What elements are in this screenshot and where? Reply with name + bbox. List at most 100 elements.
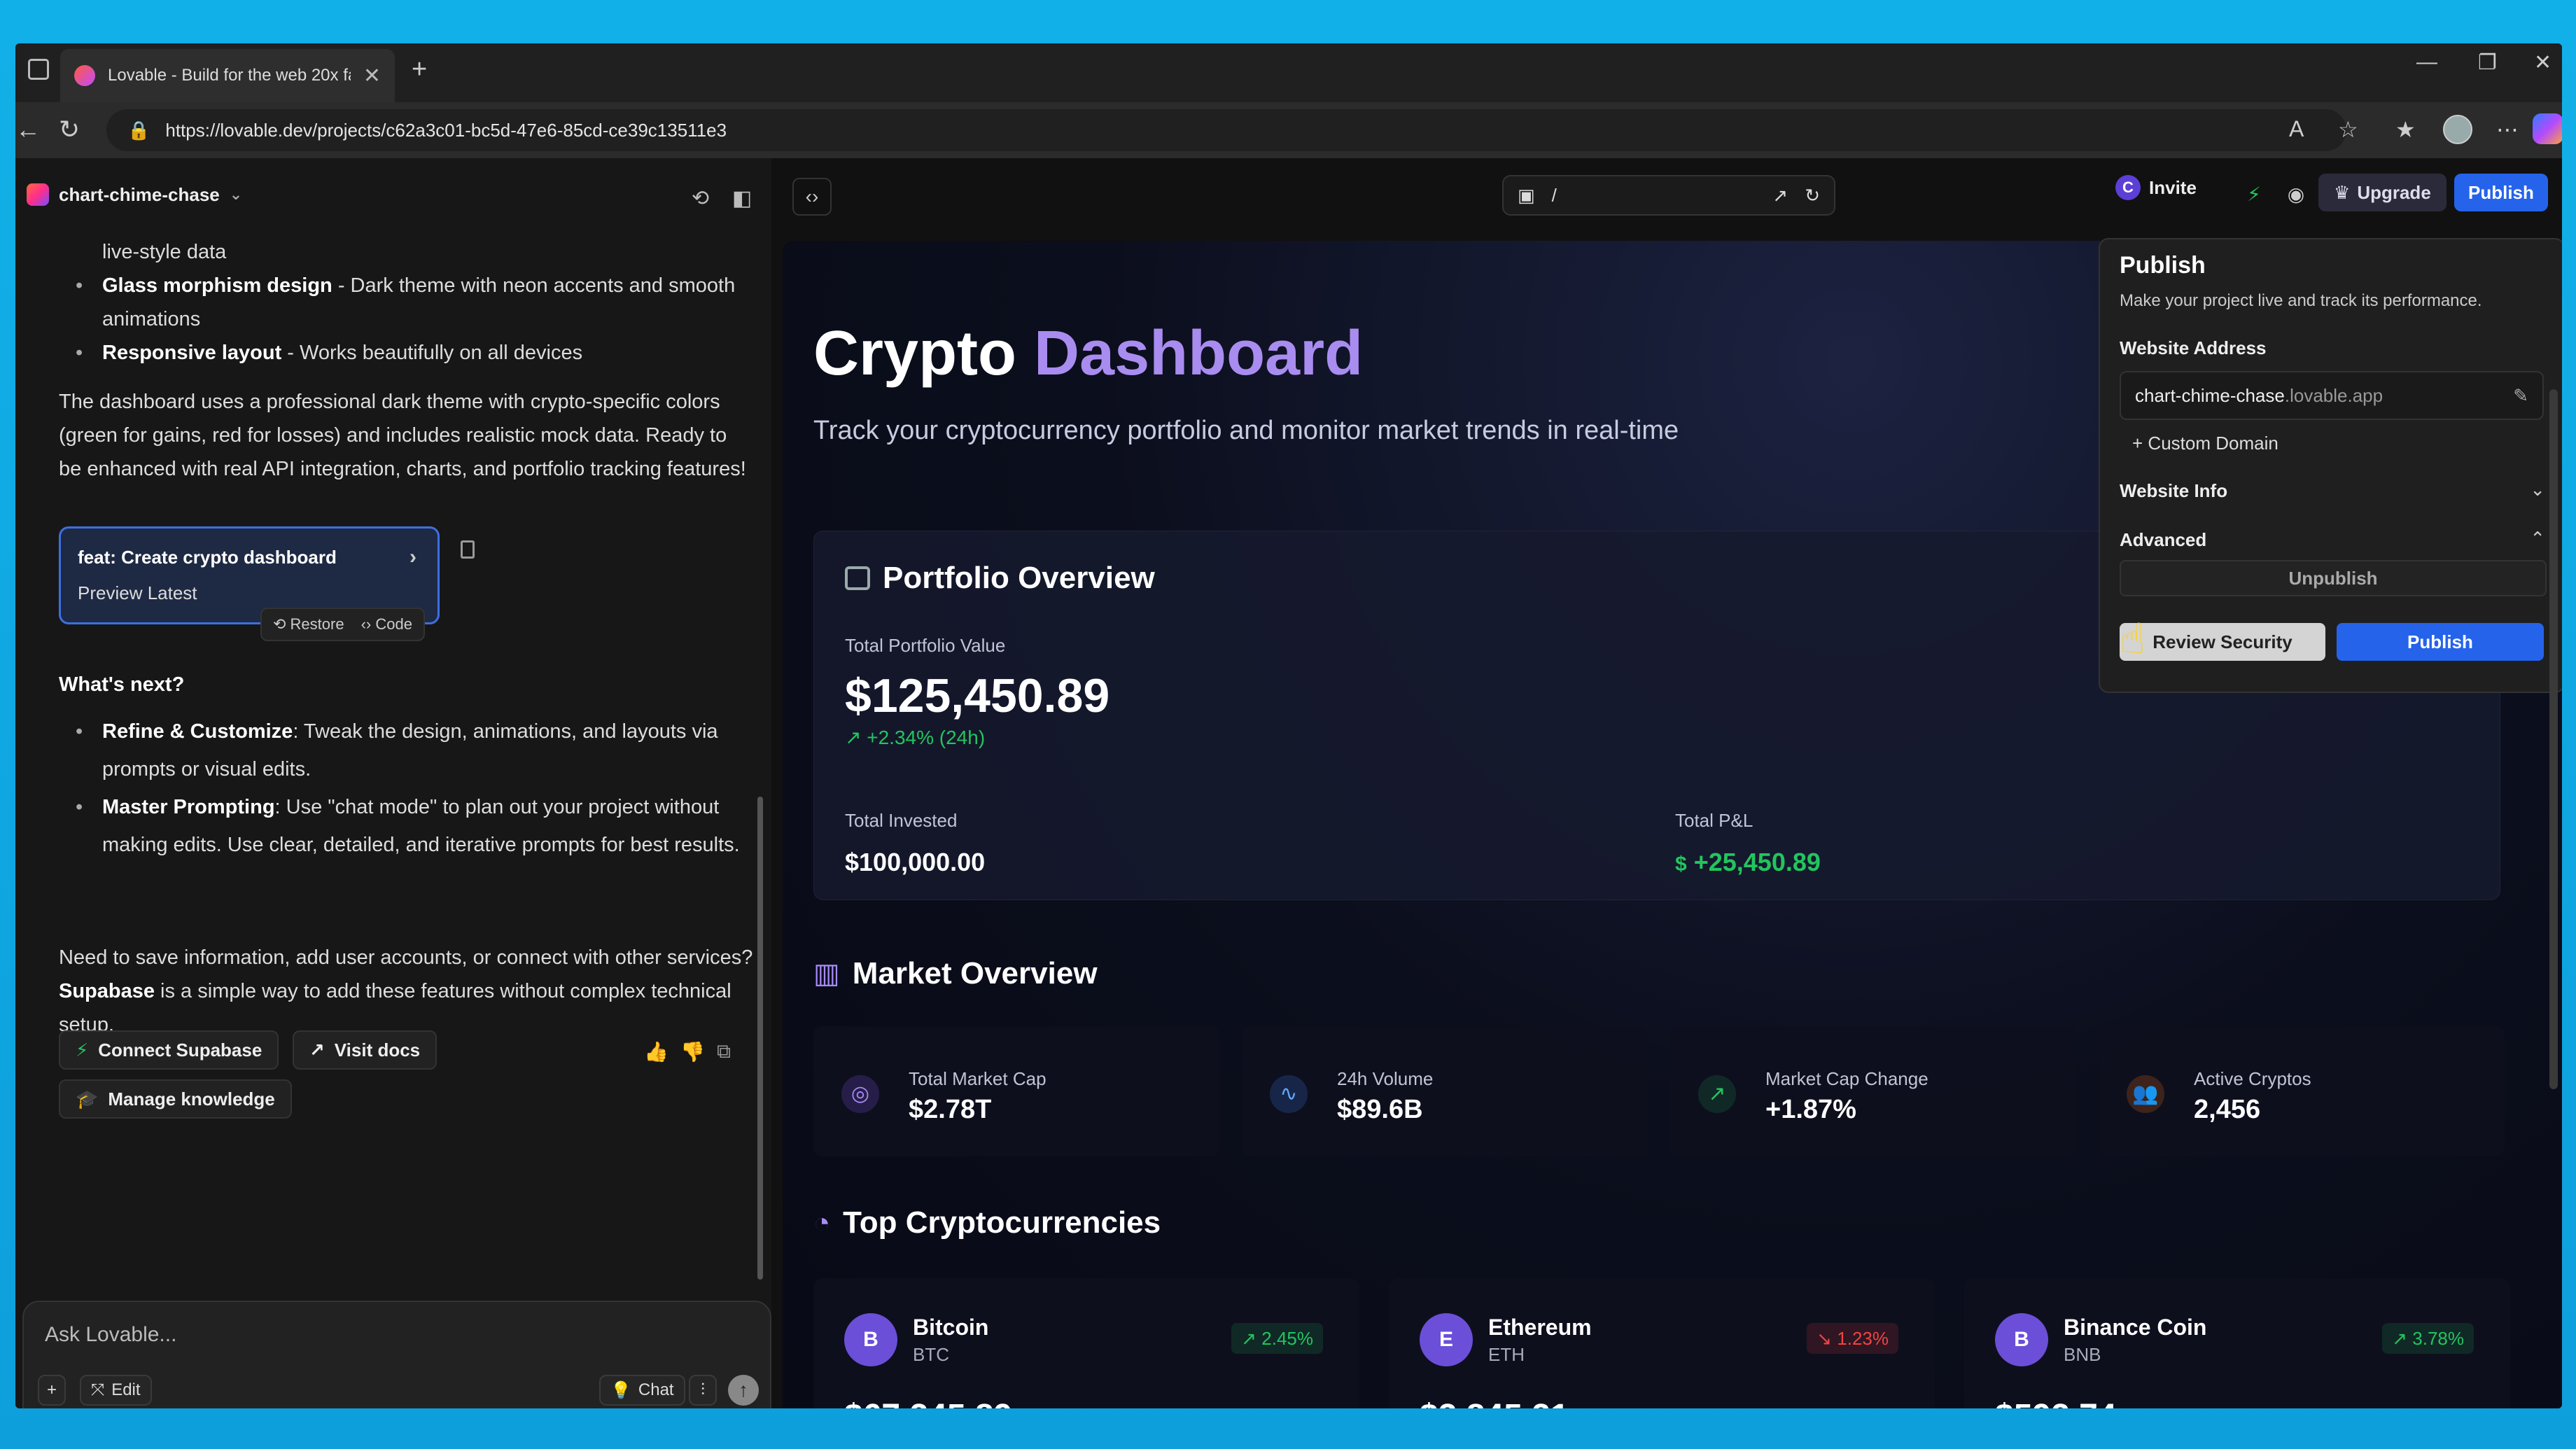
ask-input[interactable]: Ask Lovable... + ⤧ Edit 💡 Chat ⫶ ↑ [22,1301,771,1408]
visit-docs-button[interactable]: ↗ Visit docs [293,1030,438,1070]
github-icon[interactable]: ◉ [2281,175,2311,213]
coin-avatar: B [1995,1313,2048,1366]
chat-scrollbar[interactable] [757,797,763,1280]
coin-symbol: BNB [2064,1344,2101,1365]
publish-top-button[interactable]: Publish [2454,174,2548,211]
project-menu[interactable]: chart-chime-chase ⌄ [27,183,242,206]
coin-card[interactable]: E Ethereum ETH ↘ 1.23% $3,845.21 [1389,1278,1935,1408]
favorites-icon[interactable]: ★ [2395,116,2416,143]
unpublish-button[interactable]: Unpublish [2120,560,2547,596]
code-view-icon[interactable]: ‹› [792,178,832,216]
restore-code-bar: ⟲ Restore ‹› Code [260,608,425,641]
coin-price: $67,245.89 [844,1397,1012,1408]
url-field[interactable]: 🔒 https://lovable.dev/projects/c62a3c01-… [106,109,2346,151]
coin-price: $3,845.21 [1420,1397,1569,1408]
market-label: Total Market Cap [909,1068,1046,1089]
market-label: Active Cryptos [2194,1068,2311,1089]
lovable-logo-icon [27,183,49,206]
restore-button[interactable]: ⟲ Restore [273,615,344,634]
website-address-field[interactable]: chart-chime-chase.lovable.app ✎ [2120,371,2544,420]
market-label: Market Cap Change [1765,1068,1928,1089]
coin-card[interactable]: B Binance Coin BNB ↗ 3.78% $592.74 [1964,1278,2510,1408]
thumbs-down-icon[interactable]: 👎 [680,1040,705,1063]
publish-title: Publish [2120,252,2206,279]
coin-card[interactable]: B Bitcoin BTC ↗ 2.45% $67,245.89 [813,1278,1359,1408]
profile-avatar[interactable] [2443,115,2472,144]
chat-line: live-style data [102,241,227,263]
send-button[interactable]: ↑ [728,1375,759,1406]
lovable-favicon-icon [74,65,95,86]
manage-knowledge-button[interactable]: 🎓 Manage knowledge [59,1079,292,1119]
address-bar-row: ← ↻ 🔒 https://lovable.dev/projects/c62a3… [15,102,2562,158]
sidebar-toggle-icon[interactable] [28,59,49,80]
edit-button[interactable]: ⤧ Edit [80,1375,152,1406]
refresh-icon[interactable]: ↻ [1805,185,1820,206]
bookmark-icon[interactable] [461,540,475,559]
code-button[interactable]: ‹› Code [361,615,412,634]
chat-mode-button[interactable]: 💡 Chat [599,1375,685,1406]
external-link-icon: ↗ [309,1039,325,1060]
review-security-button[interactable]: Review Security [2120,623,2325,661]
preview-scrollbar[interactable] [2549,389,2558,1089]
upgrade-button[interactable]: ♛ Upgrade [2318,174,2446,211]
market-title: ▥ Market Overview [813,956,1098,990]
list-item: Master Prompting: Use "chat mode" to pla… [59,788,759,864]
trend-up-icon: ↗ [845,727,862,748]
close-window-icon[interactable]: ✕ [2534,50,2552,75]
back-icon[interactable]: ← [15,115,41,144]
coin-price: $592.74 [1995,1397,2117,1408]
custom-domain-link[interactable]: + Custom Domain [2132,433,2278,454]
sidebar-icon[interactable]: ◧ [732,186,752,211]
reload-icon[interactable]: ↻ [59,115,80,144]
supabase-bolt-icon[interactable]: ⚡ [2239,175,2269,213]
coin-name: Ethereum [1488,1315,1592,1340]
market-card: ◎ Total Market Cap $2.78T [813,1026,1219,1156]
pencil-icon[interactable]: ✎ [2513,372,2528,419]
favorite-star-icon[interactable]: ☆ [2338,116,2358,143]
next-steps-list: Refine & Customize: Tweak the design, an… [59,713,759,864]
market-card: ∿ 24h Volume $89.6B [1242,1026,1648,1156]
coin-name: Bitcoin [913,1315,989,1340]
ask-placeholder: Ask Lovable... [45,1323,177,1346]
connect-supabase-button[interactable]: ⚡ Connect Supabase [59,1030,279,1070]
market-card: ↗ Market Cap Change +1.87% [1670,1026,2076,1156]
more-menu-icon[interactable]: ⋯ [2496,116,2519,143]
history-icon[interactable]: ⟲ [692,186,709,211]
publish-button[interactable]: Publish [2337,623,2544,661]
close-tab-icon[interactable]: ✕ [363,64,381,88]
browser-tab[interactable]: Lovable - Build for the web 20x fa ✕ [60,49,395,102]
new-tab-icon[interactable]: + [412,55,427,85]
browser-window: Lovable - Build for the web 20x fa ✕ + —… [15,43,2562,1408]
chevron-right-icon: › [410,545,416,568]
advanced-toggle[interactable]: Advanced [2120,529,2206,551]
voice-icon[interactable]: ⫶ [689,1375,717,1406]
users-icon: 👥 [2127,1075,2164,1113]
chevron-up-icon[interactable]: ⌃ [2530,528,2545,550]
invested-label: Total Invested [845,810,958,831]
total-change: ↗ +2.34% (24h) [845,727,986,748]
chat-message: live-style data Glass morphism design - … [59,235,752,486]
supabase-paragraph: Need to save information, add user accou… [59,946,753,1036]
coin-avatar: B [844,1313,897,1366]
maximize-icon[interactable]: ❐ [2478,50,2497,75]
activity-icon: ∿ [1270,1075,1308,1113]
chevron-down-icon[interactable]: ⌄ [2530,479,2545,500]
copy-icon[interactable]: ⧉ [717,1040,731,1063]
market-value: 2,456 [2194,1095,2261,1124]
dashboard-subtitle: Track your cryptocurrency portfolio and … [813,416,1679,445]
globe-icon: ◎ [841,1075,879,1113]
minimize-icon[interactable]: — [2416,50,2437,74]
copilot-icon[interactable] [2533,113,2562,144]
thumbs-up-icon[interactable]: 👍 [644,1040,668,1063]
website-info-toggle[interactable]: Website Info [2120,480,2227,502]
tab-bar: Lovable - Build for the web 20x fa ✕ + —… [15,43,2562,102]
open-external-icon[interactable]: ↗ [1772,185,1788,206]
read-aloud-icon[interactable]: A [2289,116,2304,142]
add-button[interactable]: + [38,1375,66,1406]
preview-path-bar[interactable]: ▣ / ↗ ↻ [1502,175,1835,216]
invite-button[interactable]: C Invite [2115,175,2197,200]
coin-change-badge: ↗ 2.45% [1231,1323,1323,1354]
trend-up-icon: ↗ [1698,1075,1736,1113]
coin-change-badge: ↗ 3.78% [2382,1323,2474,1354]
device-icon[interactable]: ▣ [1518,185,1535,206]
